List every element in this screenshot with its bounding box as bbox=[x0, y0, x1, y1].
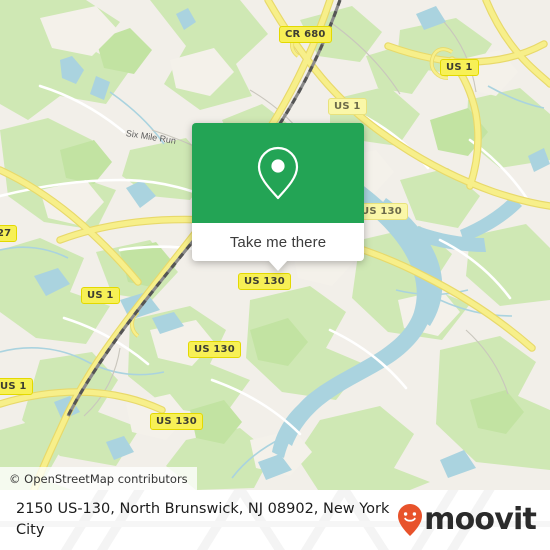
map-attribution: © OpenStreetMap contributors bbox=[0, 467, 197, 490]
moovit-wordmark: moovit bbox=[424, 502, 537, 537]
callout-action-bar[interactable]: Take me there bbox=[192, 223, 364, 271]
callout-tail bbox=[268, 260, 288, 271]
moovit-map-screenshot: CR 680 US 1 US 1 27 US 130 US 130 US 1 U… bbox=[0, 0, 550, 550]
road-shield: US 130 bbox=[150, 413, 203, 430]
road-shield: CR 680 bbox=[279, 26, 332, 43]
address-text: 2150 US-130, North Brunswick, NJ 08902, … bbox=[16, 501, 390, 538]
callout-image-area bbox=[192, 123, 364, 223]
map-pin-icon bbox=[257, 146, 299, 200]
road-shield: US 130 bbox=[188, 341, 241, 358]
moovit-pin-smile-icon bbox=[398, 504, 423, 536]
road-shield: US 1 bbox=[81, 287, 120, 304]
map-canvas[interactable]: CR 680 US 1 US 1 27 US 130 US 130 US 1 U… bbox=[0, 0, 550, 490]
road-shield: 27 bbox=[0, 225, 18, 242]
road-shield: US 130 bbox=[238, 273, 291, 290]
road-shield: US 1 bbox=[0, 378, 33, 395]
attribution-text: © OpenStreetMap contributors bbox=[9, 471, 188, 486]
road-shield: US 1 bbox=[328, 98, 367, 115]
moovit-logo: moovit bbox=[397, 502, 537, 537]
location-callout-card[interactable]: Take me there bbox=[192, 123, 364, 271]
footer-bar: 2150 US-130, North Brunswick, NJ 08902, … bbox=[0, 490, 550, 550]
take-me-there-label: Take me there bbox=[229, 233, 327, 251]
road-shield: US 1 bbox=[440, 59, 479, 76]
